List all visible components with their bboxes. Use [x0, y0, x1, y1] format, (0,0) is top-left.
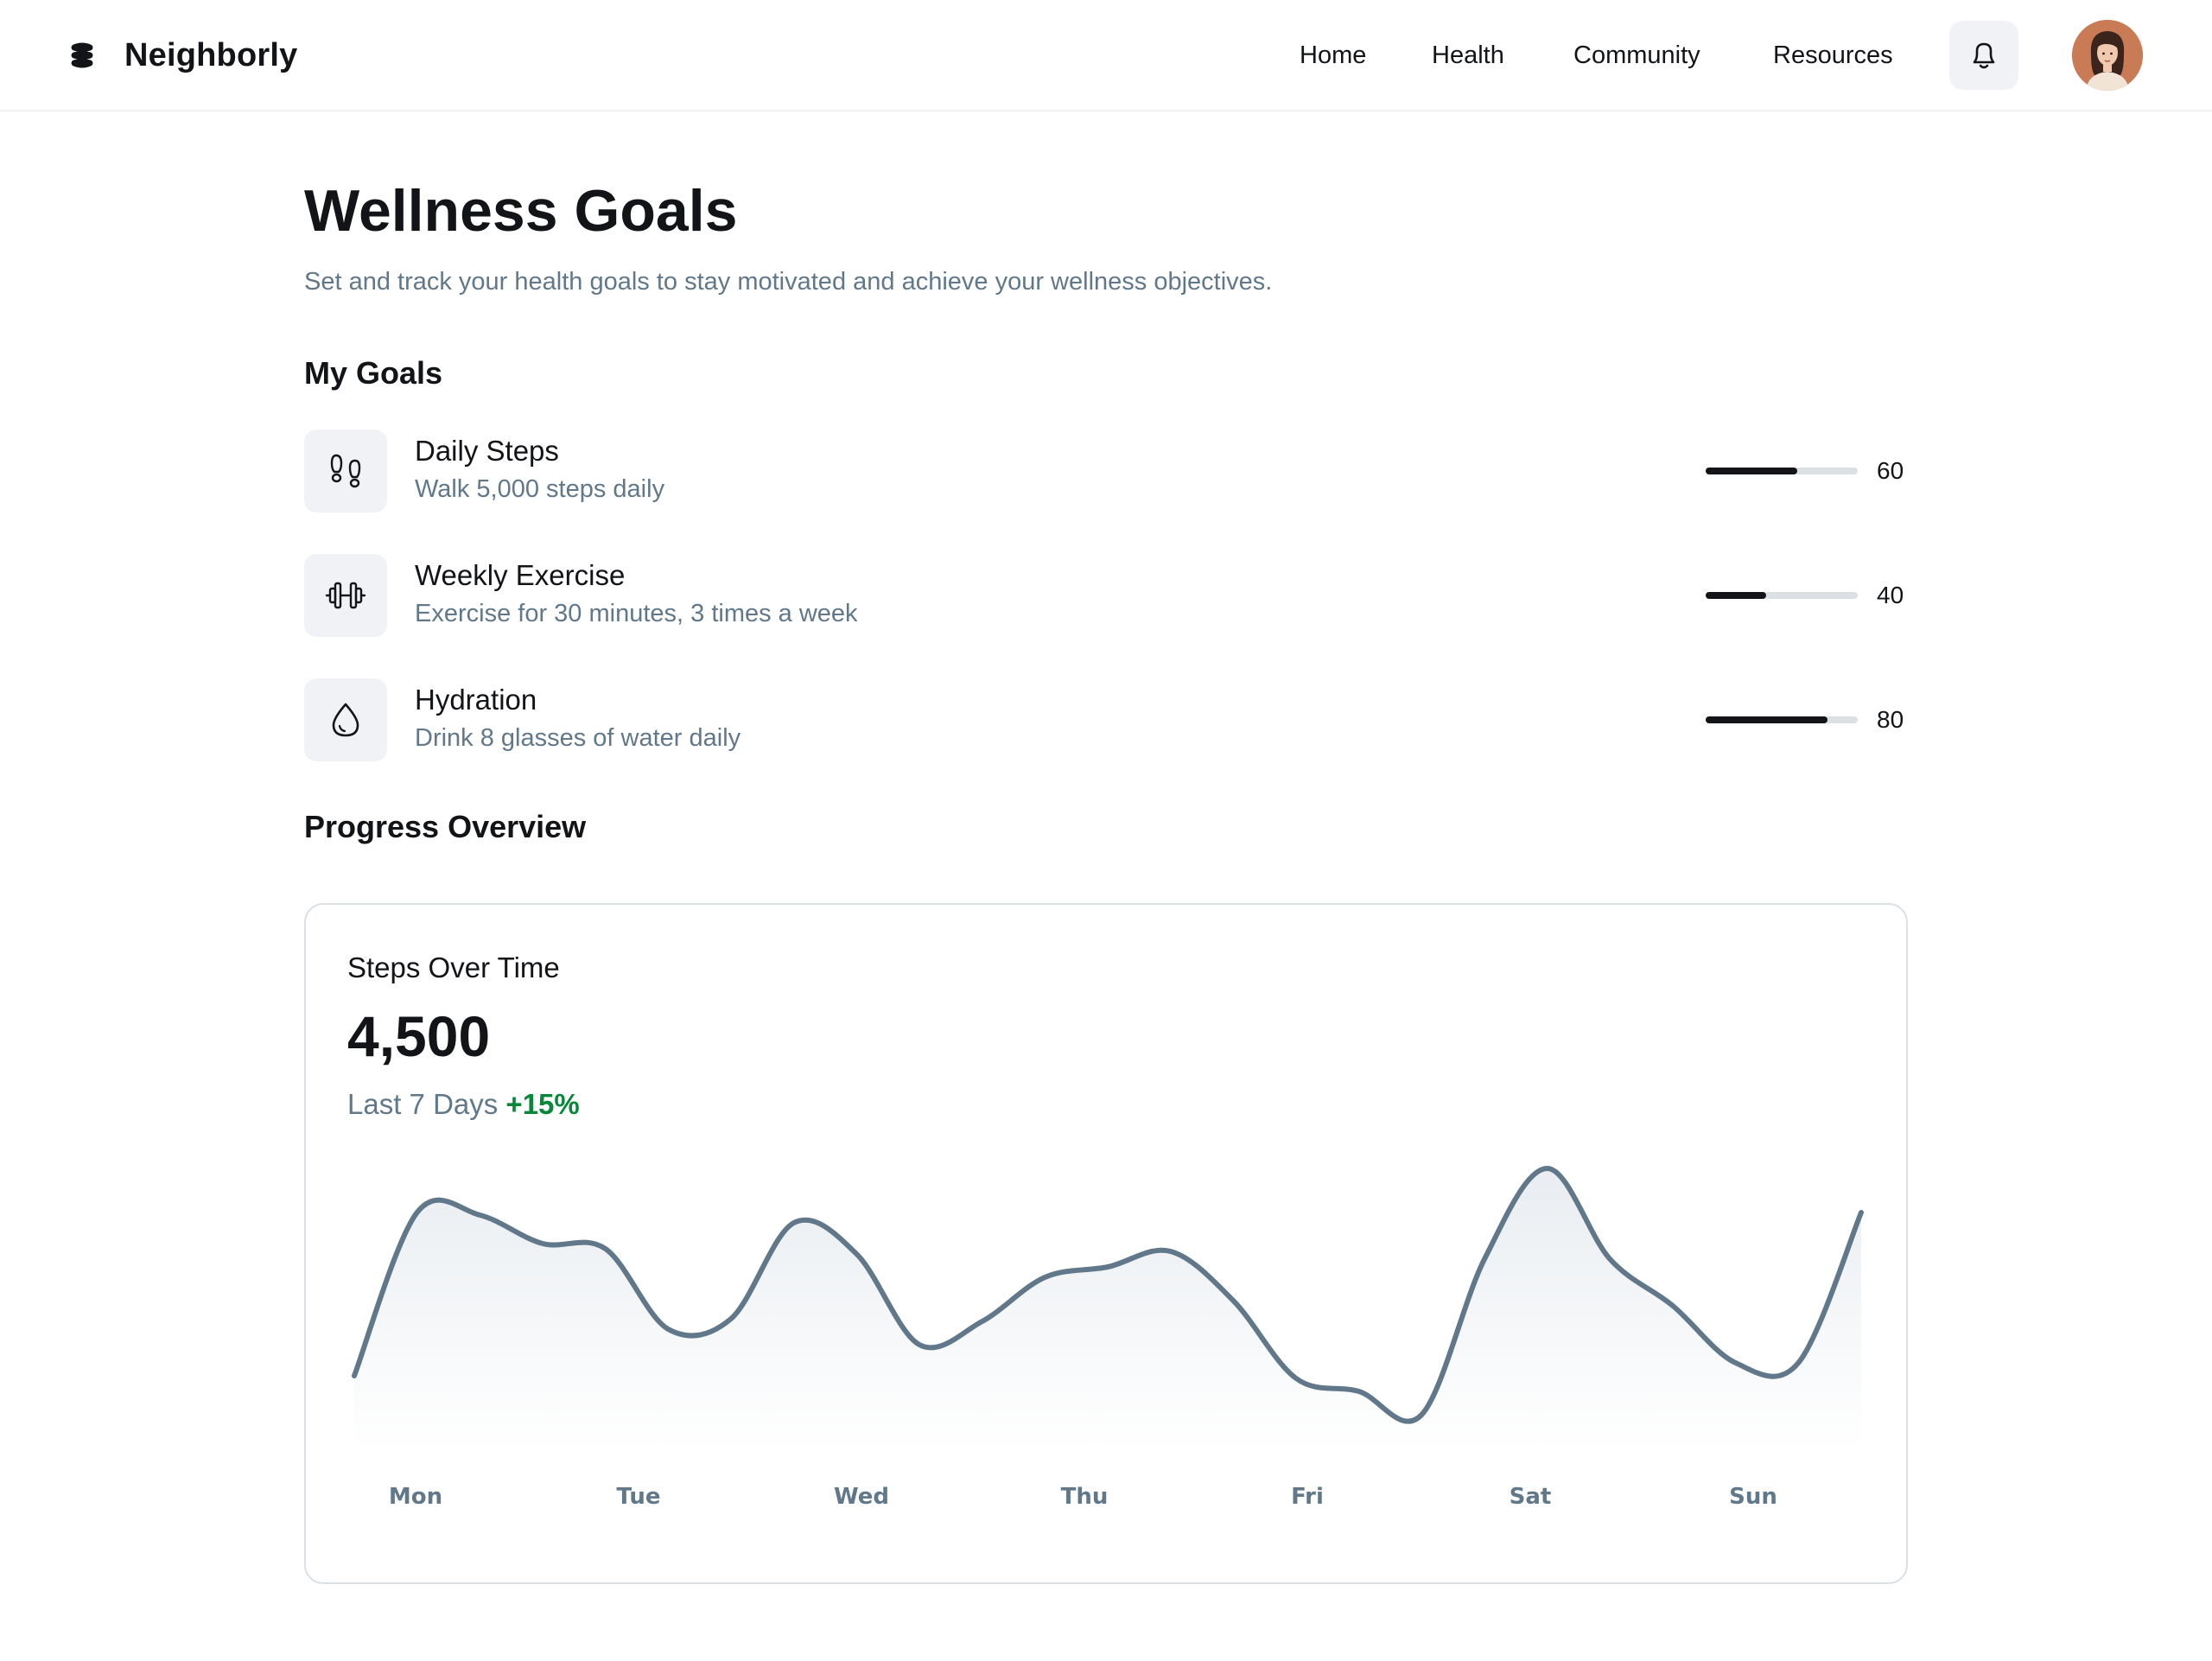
- goal-progress-value: 60: [1877, 457, 1904, 484]
- goal-progress-bar: [1706, 468, 1858, 474]
- brand-name: Neighborly: [124, 36, 298, 73]
- goal-progress-value: 40: [1877, 582, 1904, 608]
- x-axis-tick-label: Fri: [1291, 1484, 1324, 1510]
- goal-progress-fill: [1706, 468, 1797, 474]
- goal-description: Walk 5,000 steps daily: [415, 475, 665, 503]
- goal-progress-fill: [1706, 716, 1827, 723]
- goal-icon-box: [304, 678, 387, 761]
- drop-icon: [332, 703, 359, 737]
- brand[interactable]: Neighborly: [69, 35, 297, 76]
- goal-progress-fill: [1706, 592, 1767, 599]
- goal-description: Exercise for 30 minutes, 3 times a week: [415, 600, 858, 627]
- brand-logo-icon: [71, 42, 93, 68]
- x-axis-tick-label: Wed: [834, 1484, 889, 1510]
- nav-link-resources[interactable]: Resources: [1773, 38, 1893, 73]
- user-avatar[interactable]: [2072, 20, 2143, 91]
- x-axis-tick-label: Tue: [616, 1484, 660, 1510]
- barbell-icon: [325, 582, 366, 609]
- steps-line-chart: Mon Tue Wed Thu Fri Sat Sun: [352, 1166, 1864, 1510]
- my-goals-heading: My Goals: [304, 355, 443, 391]
- top-nav-bar: Neighborly Home Health Community Resourc…: [0, 0, 2212, 111]
- goal-item-daily-steps[interactable]: Daily Steps Walk 5,000 steps daily 60: [304, 430, 1908, 512]
- goal-title: Hydration: [415, 684, 537, 716]
- chart-area-fill: [354, 1168, 1861, 1449]
- progress-overview-heading: Progress Overview: [304, 809, 587, 844]
- notifications-button[interactable]: [1949, 21, 2018, 90]
- x-axis-tick-label: Sun: [1729, 1484, 1777, 1510]
- goal-item-hydration[interactable]: Hydration Drink 8 glasses of water daily…: [304, 678, 1908, 761]
- footprints-icon: [330, 454, 361, 488]
- x-axis-tick-label: Mon: [389, 1484, 442, 1510]
- bell-icon: [1973, 42, 1995, 69]
- x-axis-tick-label: Thu: [1061, 1484, 1109, 1510]
- goal-icon-box: [304, 554, 387, 637]
- steps-chart-card: Steps Over Time 4,500 Last 7 Days +15% M…: [304, 903, 1908, 1584]
- goal-progress-value: 80: [1877, 706, 1904, 733]
- goal-title: Daily Steps: [415, 435, 559, 467]
- goal-icon-box: [304, 430, 387, 512]
- page-title: Wellness Goals: [304, 178, 738, 244]
- nav-link-home[interactable]: Home: [1300, 38, 1366, 73]
- goal-progress-bar: [1706, 716, 1858, 723]
- x-axis-tick-label: Sat: [1510, 1484, 1552, 1510]
- nav-link-community[interactable]: Community: [1573, 38, 1700, 73]
- page-subtitle: Set and track your health goals to stay …: [304, 268, 1273, 296]
- goal-item-weekly-exercise[interactable]: Weekly Exercise Exercise for 30 minutes,…: [304, 554, 1908, 637]
- user-portrait-icon: [2072, 20, 2143, 91]
- goal-title: Weekly Exercise: [415, 559, 626, 591]
- goal-description: Drink 8 glasses of water daily: [415, 724, 741, 752]
- nav-link-health[interactable]: Health: [1432, 38, 1504, 73]
- goal-progress-bar: [1706, 592, 1858, 599]
